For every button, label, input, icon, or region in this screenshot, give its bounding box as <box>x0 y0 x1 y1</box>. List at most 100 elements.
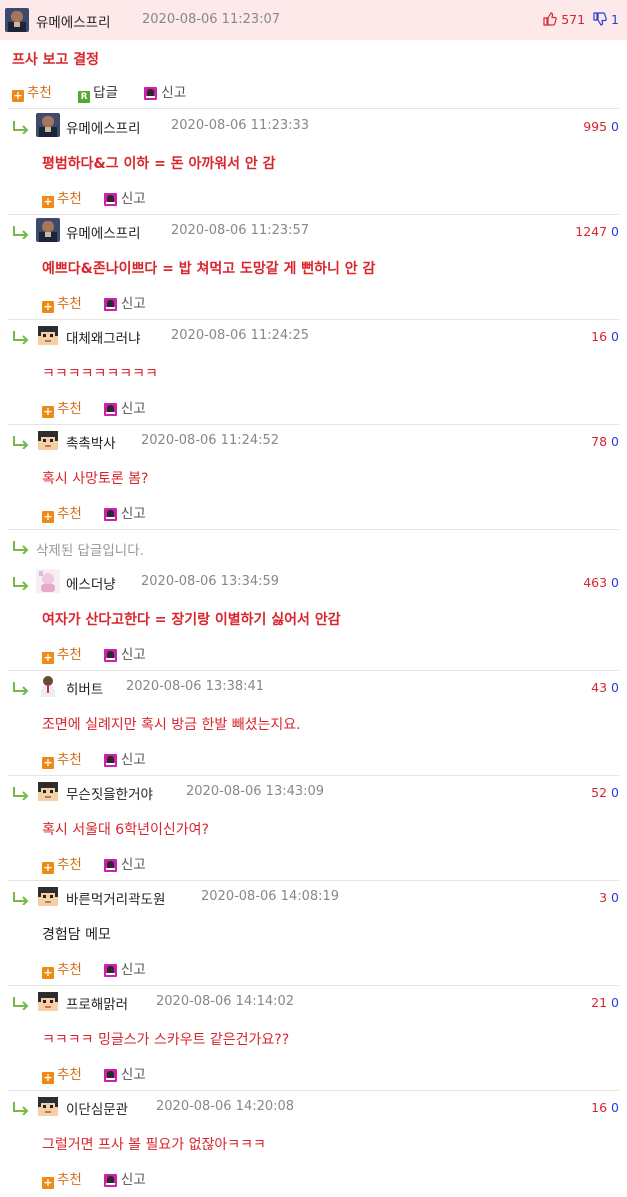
recommend-button[interactable]: + 추천 <box>42 397 82 418</box>
avatar[interactable] <box>36 218 60 242</box>
avatar[interactable] <box>36 779 60 803</box>
report-button[interactable]: 신고 <box>103 397 146 418</box>
reply-votes: 995 0 <box>583 119 619 134</box>
reply-body: 혹시 사망토론 봄? <box>42 471 149 487</box>
plus-icon: + <box>42 405 54 418</box>
recommend-button[interactable]: + 추천 <box>42 1168 82 1189</box>
reply-item: 무슨짓을한거야 2020-08-06 13:43:09 52 0 혹시 서울대 6학년… <box>0 775 627 880</box>
plus-icon: + <box>12 89 24 102</box>
reply-down-count[interactable]: 0 <box>611 995 619 1010</box>
reply-actions: + 추천 신고 <box>42 502 168 523</box>
reply-down-count[interactable]: 0 <box>611 575 619 590</box>
reply-up-count[interactable]: 52 <box>591 785 607 800</box>
reply-up-count[interactable]: 16 <box>591 329 607 344</box>
post-nickname[interactable]: 유메에스프리 <box>36 11 111 31</box>
reply-up-count[interactable]: 43 <box>591 680 607 695</box>
reply-up-count[interactable]: 78 <box>591 434 607 449</box>
post-actions: + 추천 R 답글 신고 <box>12 81 208 103</box>
report-button[interactable]: 신고 <box>103 502 146 523</box>
reply-date: 2020-08-06 11:23:57 <box>171 223 310 238</box>
avatar[interactable] <box>5 8 29 32</box>
reply-down-count[interactable]: 0 <box>611 119 619 134</box>
avatar[interactable] <box>36 428 60 452</box>
reply-votes: 3 0 <box>599 890 619 905</box>
report-button[interactable]: 신고 <box>103 187 146 208</box>
reply-down-count[interactable]: 0 <box>611 680 619 695</box>
avatar[interactable] <box>36 323 60 347</box>
report-button[interactable]: 신고 <box>103 853 146 874</box>
avatar[interactable] <box>36 569 60 593</box>
reply-item: 삭제된 답글입니다. <box>0 529 627 565</box>
reply-button[interactable]: R 답글 <box>78 81 118 103</box>
recommend-button[interactable]: + 추천 <box>42 748 82 769</box>
siren-icon <box>144 87 158 100</box>
report-button[interactable]: 신고 <box>103 958 146 979</box>
reply-up-count[interactable]: 995 <box>583 119 607 134</box>
recommend-button[interactable]: + 추천 <box>12 81 52 102</box>
recommend-button[interactable]: + 추천 <box>42 292 82 313</box>
report-button[interactable]: 신고 <box>103 1168 146 1189</box>
reply-body: 그럴거면 프사 볼 필요가 없잖아ㅋㅋㅋ <box>42 1137 266 1153</box>
reply-nickname[interactable]: 대체왜그러냐 <box>66 327 141 347</box>
reply-up-count[interactable]: 463 <box>583 575 607 590</box>
reply-actions: + 추천 신고 <box>42 292 168 313</box>
reply-votes: 21 0 <box>591 995 619 1010</box>
reply-nickname[interactable]: 촉촉박사 <box>66 432 116 452</box>
avatar[interactable] <box>36 674 60 698</box>
reply-body: 혹시 서울대 6학년이신가여? <box>42 822 209 838</box>
reply-nickname[interactable]: 이단심문관 <box>66 1098 128 1118</box>
reply-down-count[interactable]: 0 <box>611 329 619 344</box>
reply-down-count[interactable]: 0 <box>611 785 619 800</box>
reply-up-count[interactable]: 16 <box>591 1100 607 1115</box>
thumbs-down-icon[interactable] <box>593 12 607 29</box>
reply-up-count[interactable]: 3 <box>599 890 607 905</box>
report-button[interactable]: 신고 <box>144 81 186 102</box>
post-down-count: 1 <box>611 12 619 27</box>
reply-votes: 463 0 <box>583 575 619 590</box>
reply-nickname[interactable]: 유메에스프리 <box>66 222 141 242</box>
avatar[interactable] <box>36 989 60 1013</box>
plus-icon: + <box>42 651 54 664</box>
reply-nickname[interactable]: 히버트 <box>66 678 103 698</box>
post-body: 프사 보고 결정 <box>12 52 100 68</box>
siren-icon <box>103 298 117 311</box>
reply-down-count[interactable]: 0 <box>611 434 619 449</box>
post-votes: 571 1 <box>543 12 619 29</box>
reply-up-count[interactable]: 21 <box>591 995 607 1010</box>
reply-actions: + 추천 신고 <box>42 187 168 208</box>
reply-nickname[interactable]: 에스더냥 <box>66 573 116 593</box>
avatar[interactable] <box>36 113 60 137</box>
reply-item: 바른먹거리곽도원 2020-08-06 14:08:19 3 0 경험담 메모 + 추천 신… <box>0 880 627 985</box>
reply-down-count[interactable]: 0 <box>611 224 619 239</box>
siren-icon <box>103 754 117 767</box>
siren-icon <box>103 859 117 872</box>
reply-body: 예쁘다&존나이쁘다 = 밥 쳐먹고 도망갈 게 뻔하니 안 감 <box>42 261 376 277</box>
report-button[interactable]: 신고 <box>103 1063 146 1084</box>
reply-down-count[interactable]: 0 <box>611 890 619 905</box>
recommend-button[interactable]: + 추천 <box>42 502 82 523</box>
report-button[interactable]: 신고 <box>103 748 146 769</box>
reply-down-count[interactable]: 0 <box>611 1100 619 1115</box>
reply-arrow-icon <box>12 576 30 591</box>
avatar[interactable] <box>36 884 60 908</box>
reply-up-count[interactable]: 1247 <box>575 224 607 239</box>
reply-body: 평범하다&그 이하 = 돈 아까워서 안 감 <box>42 156 276 172</box>
avatar[interactable] <box>36 1094 60 1118</box>
recommend-button[interactable]: + 추천 <box>42 958 82 979</box>
recommend-button[interactable]: + 추천 <box>42 187 82 208</box>
recommend-button[interactable]: + 추천 <box>42 853 82 874</box>
plus-icon: + <box>42 1071 54 1084</box>
reply-arrow-icon <box>12 891 30 906</box>
reply-nickname[interactable]: 프로해맑러 <box>66 993 128 1013</box>
reply-body: 여자가 산다고한다 = 장기랑 이별하기 싫어서 안감 <box>42 612 341 628</box>
thumbs-up-icon[interactable] <box>543 12 557 29</box>
plus-icon: + <box>42 510 54 523</box>
report-button[interactable]: 신고 <box>103 292 146 313</box>
reply-nickname[interactable]: 유메에스프리 <box>66 117 141 137</box>
recommend-button[interactable]: + 추천 <box>42 643 82 664</box>
report-button[interactable]: 신고 <box>103 643 146 664</box>
reply-nickname[interactable]: 무슨짓을한거야 <box>66 783 153 803</box>
reply-nickname[interactable]: 바른먹거리곽도원 <box>66 888 165 908</box>
post-up-count: 571 <box>561 12 586 27</box>
recommend-button[interactable]: + 추천 <box>42 1063 82 1084</box>
